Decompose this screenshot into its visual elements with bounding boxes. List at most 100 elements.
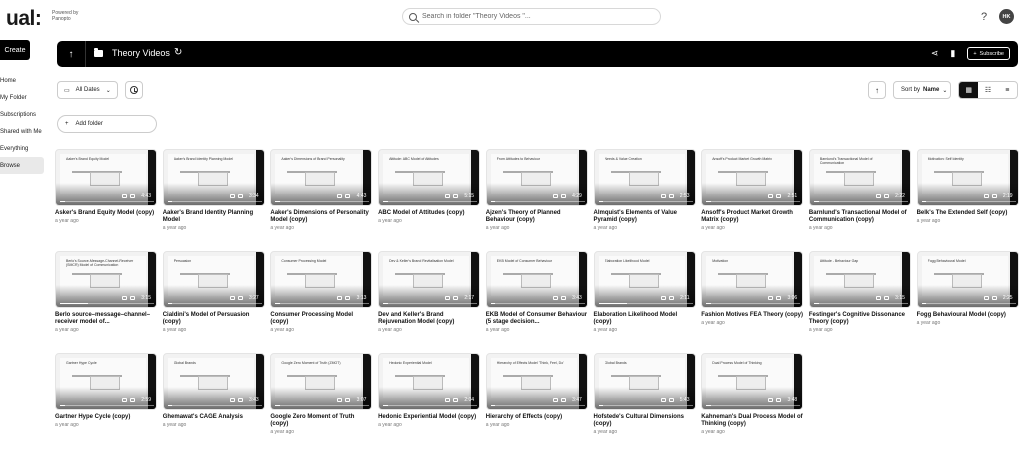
grid-view-icon[interactable]: ▦ <box>959 82 979 98</box>
help-icon[interactable]: ? <box>981 11 987 23</box>
video-title[interactable]: Belk's The Extended Self (copy) <box>917 210 1019 217</box>
sidebar-item-subscriptions[interactable]: Subscriptions <box>0 106 44 123</box>
share-icon[interactable]: ⋖ <box>931 48 939 59</box>
video-thumbnail[interactable]: Fogg Behavioural Model 2:25 <box>916 251 1019 308</box>
video-thumbnail[interactable]: Attitude - Behaviour Gap 3:15 <box>808 251 911 308</box>
video-title[interactable]: Fogg Behavioural Model (copy) <box>917 312 1019 319</box>
video-card[interactable]: Global Brands 5:43 Hofstede's Cultural Dim… <box>593 353 696 435</box>
video-card[interactable]: Aaker's Dimensions of Brand Personality 4… <box>270 149 373 231</box>
video-thumbnail[interactable]: Motivation: Self Identity 2:19 <box>916 149 1019 206</box>
subscribe-button[interactable]: + Subscribe <box>967 47 1010 60</box>
date-filter-button[interactable]: ▭ All Dates ⌄ <box>57 81 118 99</box>
create-button[interactable]: Create <box>0 40 30 60</box>
video-thumbnail[interactable]: From Attitudes to Behaviour 4:29 <box>485 149 588 206</box>
sidebar-item-browse[interactable]: Browse <box>0 157 44 174</box>
video-title[interactable]: Cialdini's Model of Persuasion (copy) <box>163 312 265 326</box>
video-title[interactable]: Ajzen's Theory of Planned Behaviour (cop… <box>486 210 588 224</box>
video-thumbnail[interactable]: Berlo's Source-Message-Channel-Receiver … <box>55 251 157 308</box>
video-title[interactable]: Google Zero Moment of Truth (copy) <box>270 414 372 428</box>
video-thumbnail[interactable]: Ansoff's Product Market Growth Matrix 2:5… <box>701 149 804 206</box>
video-title[interactable]: Festinger's Cognitive Dissonance Theory … <box>809 312 911 326</box>
video-card[interactable]: Gartner Hype Cycle 2:59 Gartner Hype Cycle… <box>55 353 157 428</box>
video-title[interactable]: Fashion Motives FEA Theory (copy) <box>701 312 803 319</box>
video-thumbnail[interactable]: Persuasion 3:27 <box>162 251 265 308</box>
video-card[interactable]: Hedonic Experiential Model 2:04 Hedonic Ex… <box>378 353 481 428</box>
avatar[interactable]: HK <box>999 9 1014 24</box>
video-title[interactable]: Kahneman's Dual Process Model of Thinkin… <box>701 414 803 428</box>
video-thumbnail[interactable]: EKB Model of Consumer Behaviour 3:43 <box>485 251 588 308</box>
video-thumbnail[interactable]: Global Brands 3:43 <box>162 353 265 410</box>
clock-button[interactable] <box>125 81 143 99</box>
sidebar-item-home[interactable]: Home <box>0 72 44 89</box>
video-thumbnail[interactable]: Aaker's Brand Identity Planning Model 3:3… <box>162 149 265 206</box>
video-thumbnail[interactable]: Gartner Hype Cycle 2:59 <box>55 353 157 410</box>
video-card[interactable]: Aaker's Brand Equity Model 4:43 Asker's Br… <box>55 149 157 224</box>
video-card[interactable]: Attitude: ABC Model of Attitudes 5:15 ABC … <box>378 149 481 224</box>
video-thumbnail[interactable]: Aaker's Dimensions of Brand Personality 4… <box>270 149 373 206</box>
video-card[interactable]: From Attitudes to Behaviour 4:29 Ajzen's T… <box>485 149 588 231</box>
video-card[interactable]: Ansoff's Product Market Growth Matrix 2:5… <box>701 149 804 231</box>
video-card[interactable]: Persuasion 3:27 Cialdini's Model of Persua… <box>162 251 265 333</box>
search-box[interactable] <box>402 8 661 25</box>
video-title[interactable]: Asker's Brand Equity Model (copy) <box>55 210 157 217</box>
sort-dropdown[interactable]: Sort by Name ⌄ <box>893 81 951 99</box>
video-card[interactable]: Motivation 3:06 Fashion Motives FEA Theory… <box>701 251 804 326</box>
video-card[interactable]: EKB Model of Consumer Behaviour 3:43 EKB M… <box>485 251 588 333</box>
detail-view-icon[interactable]: ☷ <box>978 82 997 98</box>
add-folder-button[interactable]: + Add folder <box>57 115 157 133</box>
video-title[interactable]: ABC Model of Attitudes (copy) <box>378 210 480 217</box>
refresh-icon[interactable]: ↻ <box>174 47 182 58</box>
sidebar-item-everything[interactable]: Everything <box>0 140 44 157</box>
video-title[interactable]: Elaboration Likelihood Model (copy) <box>594 312 696 326</box>
video-card[interactable]: Dual Process Model of Thinking 3:48 Kahnem… <box>701 353 804 435</box>
video-thumbnail[interactable]: Google Zero Moment of Truth (ZMOT) 3:07 <box>270 353 373 410</box>
ual-logo[interactable]: ual: <box>6 7 42 31</box>
video-thumbnail[interactable]: Aaker's Brand Equity Model 4:43 <box>55 149 157 206</box>
video-card[interactable]: Berlo's Source-Message-Channel-Receiver … <box>55 251 157 333</box>
video-thumbnail[interactable]: Hedonic Experiential Model 2:04 <box>378 353 481 410</box>
video-card[interactable]: Elaboration Likelihood Model 2:11 Elaborat… <box>593 251 696 333</box>
video-thumbnail[interactable]: Needs & Value Creation 2:53 <box>593 149 696 206</box>
video-title[interactable]: Consumer Processing Model (copy) <box>270 312 372 326</box>
stats-icon[interactable]: ▮ <box>950 48 955 59</box>
video-thumbnail[interactable]: Elaboration Likelihood Model 2:11 <box>593 251 696 308</box>
video-title[interactable]: Hofstede's Cultural Dimensions (copy) <box>594 414 696 428</box>
video-title[interactable]: EKB Model of Consumer Behaviour (5 stage… <box>486 312 588 326</box>
video-card[interactable]: Dev & Keller's Brand Revitalisation Mode… <box>378 251 481 333</box>
video-title[interactable]: Aaker's Brand Identity Planning Model <box>163 210 265 224</box>
video-card[interactable]: Hierarchy of Effects Model 'Think, Feel,… <box>485 353 588 428</box>
video-title[interactable]: Aaker's Dimensions of Personality Model … <box>270 210 372 224</box>
video-title[interactable]: Berlo source–message–channel–receiver mo… <box>55 312 157 326</box>
video-title[interactable]: Almquist's Elements of Value Pyramid (co… <box>594 210 696 224</box>
video-card[interactable]: Fogg Behavioural Model 2:25 Fogg Behaviour… <box>916 251 1019 326</box>
video-thumbnail[interactable]: Dual Process Model of Thinking 3:48 <box>701 353 804 410</box>
video-thumbnail[interactable]: Dev & Keller's Brand Revitalisation Mode… <box>378 251 481 308</box>
list-view-icon[interactable]: ≡ <box>998 82 1017 98</box>
video-title[interactable]: Hedonic Experiential Model (copy) <box>378 414 480 421</box>
video-title[interactable]: Barnlund's Transactional Model of Commun… <box>809 210 911 224</box>
video-card[interactable]: Google Zero Moment of Truth (ZMOT) 3:07 Go… <box>270 353 373 435</box>
video-card[interactable]: Aaker's Brand Identity Planning Model 3:3… <box>162 149 265 231</box>
video-card[interactable]: Barnlund's Transactional Model of Commun… <box>808 149 911 231</box>
video-thumbnail[interactable]: Barnlund's Transactional Model of Commun… <box>808 149 911 206</box>
video-thumbnail[interactable]: Motivation 3:06 <box>701 251 804 308</box>
video-card[interactable]: Motivation: Self Identity 2:19 Belk's The … <box>916 149 1019 224</box>
video-title[interactable]: Dev and Keller's Brand Rejuvenation Mode… <box>378 312 480 326</box>
video-title[interactable]: Ansoff's Product Market Growth Matrix (c… <box>701 210 803 224</box>
video-card[interactable]: Attitude - Behaviour Gap 3:15 Festinger's … <box>808 251 911 333</box>
video-title[interactable]: Ghemawat's CAGE Analysis <box>163 414 265 421</box>
arrow-up-icon[interactable]: ↑ <box>64 47 78 61</box>
sidebar-item-my-folder[interactable]: My Folder <box>0 89 44 106</box>
search-input[interactable] <box>422 13 642 20</box>
video-title[interactable]: Hierarchy of Effects (copy) <box>486 414 588 421</box>
video-thumbnail[interactable]: Global Brands 5:43 <box>593 353 696 410</box>
video-card[interactable]: Consumer Processing Model 3:13 Consumer Pr… <box>270 251 373 333</box>
video-card[interactable]: Needs & Value Creation 2:53 Almquist's Ele… <box>593 149 696 231</box>
video-thumbnail[interactable]: Hierarchy of Effects Model 'Think, Feel,… <box>485 353 588 410</box>
sort-direction-button[interactable]: ↑ <box>868 81 886 99</box>
sidebar-item-shared-with-me[interactable]: Shared with Me <box>0 123 44 140</box>
video-card[interactable]: Global Brands 3:43 Ghemawat's CAGE Analysi… <box>162 353 265 428</box>
video-thumbnail[interactable]: Attitude: ABC Model of Attitudes 5:15 <box>378 149 481 206</box>
video-thumbnail[interactable]: Consumer Processing Model 3:13 <box>270 251 373 308</box>
video-title[interactable]: Gartner Hype Cycle (copy) <box>55 414 157 421</box>
